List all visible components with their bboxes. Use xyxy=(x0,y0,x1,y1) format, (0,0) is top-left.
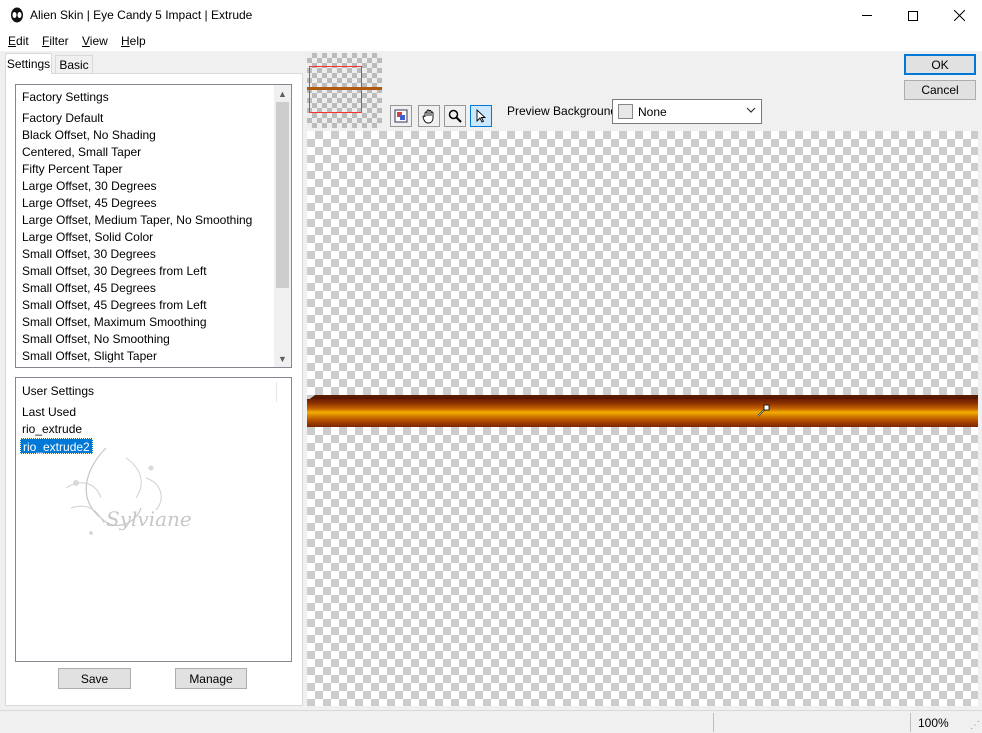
scroll-up-icon[interactable]: ▲ xyxy=(274,85,291,102)
close-button[interactable] xyxy=(936,0,982,31)
factory-preset-item[interactable]: Small Offset, Slight Taper xyxy=(22,348,157,364)
factory-preset-item[interactable]: Black Offset, No Shading xyxy=(22,127,156,143)
user-preset-item[interactable]: Last Used xyxy=(22,404,76,420)
arrow-pointer-icon xyxy=(476,108,487,123)
minimize-button[interactable] xyxy=(844,0,890,31)
factory-preset-item[interactable]: Factory Default xyxy=(22,110,103,126)
factory-preset-item[interactable]: Small Offset, No Smoothing xyxy=(22,331,170,347)
ok-button[interactable]: OK xyxy=(904,54,976,75)
window-title: Alien Skin | Eye Candy 5 Impact | Extrud… xyxy=(30,8,253,22)
alien-skin-icon xyxy=(11,7,23,23)
user-settings-list[interactable]: User Settings Last Used rio_extrude rio_ex… xyxy=(15,377,292,662)
close-icon xyxy=(953,10,965,21)
background-swatch-icon xyxy=(618,104,633,119)
menu-view[interactable]: View xyxy=(82,34,108,48)
minimize-icon xyxy=(862,15,872,16)
menu-edit[interactable]: Edit xyxy=(8,34,29,48)
factory-preset-item[interactable]: Centered, Small Taper xyxy=(22,144,141,160)
preview-background-value: None xyxy=(638,105,667,119)
hand-icon xyxy=(422,109,434,124)
status-bar: 100% ⋰ xyxy=(0,710,982,733)
factory-preset-item[interactable]: Large Offset, 30 Degrees xyxy=(22,178,157,194)
chevron-down-icon xyxy=(746,105,756,118)
scroll-thumb[interactable] xyxy=(276,102,289,288)
menu-help[interactable]: Help xyxy=(121,34,146,48)
hand-tool-button[interactable] xyxy=(418,105,440,127)
factory-preset-item[interactable]: Small Offset, 30 Degrees from Left xyxy=(22,263,207,279)
menu-filter[interactable]: Filter xyxy=(42,34,69,48)
direction-cursor-icon[interactable] xyxy=(756,404,770,418)
factory-preset-item[interactable]: Small Offset, 45 Degrees from Left xyxy=(22,297,207,313)
resize-grip-icon[interactable]: ⋰ xyxy=(970,720,980,731)
preview-background-select[interactable]: None xyxy=(612,99,762,124)
title-bar: Alien Skin | Eye Candy 5 Impact | Extrud… xyxy=(0,0,982,31)
navigator-viewport-rect[interactable] xyxy=(309,66,362,113)
save-button[interactable]: Save xyxy=(58,668,131,689)
tab-settings[interactable]: Settings xyxy=(5,53,52,74)
preview-canvas[interactable] xyxy=(307,131,978,706)
zoom-tool-button[interactable] xyxy=(444,105,466,127)
factory-preset-item[interactable]: Small Offset, Maximum Smoothing xyxy=(22,314,207,330)
factory-preset-item[interactable]: Large Offset, Solid Color xyxy=(22,229,153,245)
factory-preset-item[interactable]: Small Offset, 45 Degrees xyxy=(22,280,156,296)
user-settings-header: User Settings xyxy=(22,384,95,398)
factory-preset-item[interactable]: Large Offset, 45 Degrees xyxy=(22,195,157,211)
watermark-text: Sylviane xyxy=(106,507,192,531)
factory-settings-list[interactable]: Factory Settings Factory Default Black Of… xyxy=(15,84,292,368)
factory-preset-item[interactable]: Fifty Percent Taper xyxy=(22,161,123,177)
factory-preset-item[interactable]: Small Offset, 30 Degrees xyxy=(22,246,156,262)
factory-settings-header: Factory Settings xyxy=(22,90,109,104)
magnifier-icon xyxy=(448,109,462,123)
manage-button[interactable]: Manage xyxy=(175,668,247,689)
preview-toggle-icon xyxy=(394,109,408,123)
user-preset-item[interactable]: rio_extrude xyxy=(22,421,82,437)
sylviane-watermark-logo: Sylviane xyxy=(65,447,192,535)
tab-basic[interactable]: Basic xyxy=(55,55,93,74)
navigator-thumbnail[interactable] xyxy=(307,53,382,128)
pointer-tool-button[interactable] xyxy=(470,105,492,127)
maximize-icon xyxy=(908,10,918,21)
extruded-line-preview xyxy=(307,399,978,427)
factory-preset-item[interactable]: Large Offset, Medium Taper, No Smoothing xyxy=(22,212,252,228)
menu-bar: Edit Filter View Help xyxy=(0,31,982,51)
cancel-button[interactable]: Cancel xyxy=(904,80,976,100)
factory-list-scrollbar[interactable]: ▲ ▼ xyxy=(274,85,291,367)
maximize-button[interactable] xyxy=(890,0,936,31)
preview-background-label: Preview Background: xyxy=(507,104,621,118)
preview-toggle-button[interactable] xyxy=(390,105,412,127)
scroll-down-icon[interactable]: ▼ xyxy=(274,350,291,367)
zoom-level: 100% xyxy=(918,716,949,730)
